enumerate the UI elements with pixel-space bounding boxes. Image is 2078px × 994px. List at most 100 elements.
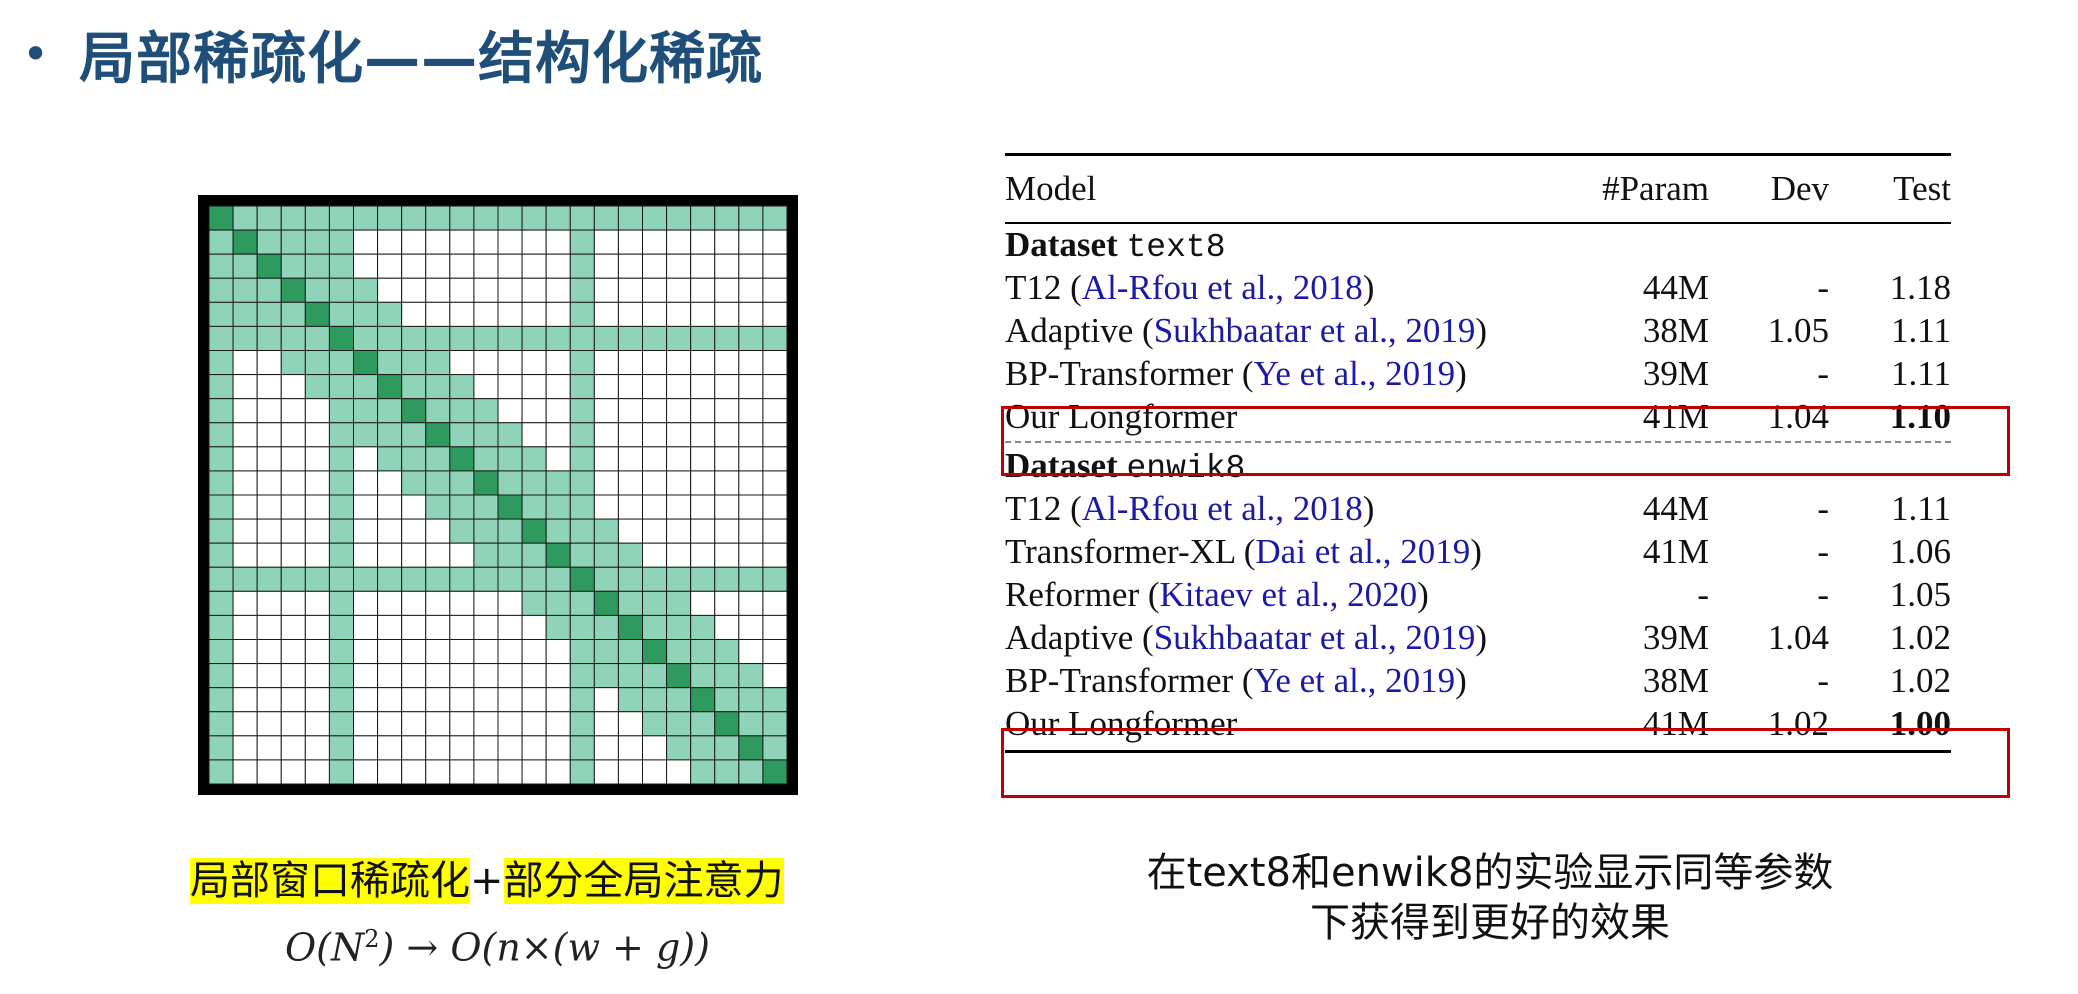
matrix-cell <box>377 205 403 231</box>
matrix-cell <box>401 350 427 376</box>
matrix-cell <box>497 325 523 352</box>
title-text: 局部稀疏化——结构化稀疏 <box>79 26 764 92</box>
citation-link[interactable]: Ye et al., 2019 <box>1254 354 1456 393</box>
matrix-cell <box>449 542 475 568</box>
matrix-cell <box>738 446 764 472</box>
matrix-cell <box>377 759 403 785</box>
matrix-cell <box>617 687 643 713</box>
matrix-cell <box>304 759 330 785</box>
matrix-cell <box>690 374 716 400</box>
matrix-cell <box>449 253 475 279</box>
section-label: Dataset <box>1005 224 1118 264</box>
matrix-cell <box>425 325 451 352</box>
citation-link[interactable]: Al-Rfou et al., 2018 <box>1082 489 1363 528</box>
matrix-cell <box>328 422 355 448</box>
formula-rhs: ) → O(n×(w + g)) <box>379 925 710 970</box>
matrix-cell <box>593 759 619 785</box>
matrix-cell <box>280 759 306 785</box>
model-name: BP-Transformer ( <box>1005 661 1254 700</box>
matrix-cell <box>666 350 692 376</box>
left-caption: 局部窗口稀疏化+部分全局注意力 <box>190 848 784 906</box>
matrix-cell <box>497 566 523 592</box>
citation-link[interactable]: Dai et al., 2019 <box>1255 532 1470 571</box>
citation-link[interactable]: Sukhbaatar et al., 2019 <box>1154 311 1476 350</box>
matrix-cell <box>545 735 571 761</box>
matrix-cell <box>690 566 716 592</box>
citation-link[interactable]: Al-Rfou et al., 2018 <box>1082 268 1363 307</box>
matrix-cell <box>593 205 619 231</box>
matrix-cell <box>208 735 234 761</box>
matrix-cell <box>569 711 595 737</box>
matrix-cell <box>497 205 523 231</box>
matrix-cell <box>256 590 282 616</box>
matrix-cell <box>762 639 788 665</box>
matrix-cell <box>449 398 475 424</box>
matrix-cell <box>425 229 451 255</box>
matrix-cell <box>738 422 764 448</box>
matrix-cell <box>304 470 330 496</box>
matrix-cell <box>569 422 595 448</box>
matrix-cell <box>642 518 668 544</box>
matrix-cell <box>328 301 355 327</box>
model-name: BP-Transformer ( <box>1005 354 1254 393</box>
matrix-cell <box>353 446 379 472</box>
header-model: Model <box>1005 169 1097 208</box>
matrix-cell <box>497 590 523 616</box>
matrix-cell <box>545 205 571 231</box>
citation-link[interactable]: Sukhbaatar et al., 2019 <box>1154 618 1476 657</box>
matrix-cell <box>377 590 403 616</box>
matrix-cell <box>232 639 258 665</box>
matrix-cell <box>473 542 499 568</box>
matrix-cell <box>738 711 764 737</box>
matrix-cell <box>762 566 788 592</box>
matrix-cell <box>569 518 595 544</box>
matrix-cell <box>377 614 403 640</box>
matrix-cell <box>714 542 740 568</box>
matrix-cell <box>569 542 595 568</box>
matrix-cell <box>401 566 427 592</box>
highlight-box-enwik8 <box>1001 728 2010 798</box>
matrix-cell <box>449 735 475 761</box>
matrix-cell <box>569 735 595 761</box>
matrix-cell <box>714 566 740 592</box>
matrix-cell <box>425 301 451 327</box>
diagonal-cell <box>762 759 788 785</box>
matrix-cell <box>328 205 355 231</box>
highlight-box-text8 <box>1001 406 2010 476</box>
matrix-cell <box>593 325 619 352</box>
matrix-cell <box>738 277 764 303</box>
matrix-cell <box>401 301 427 327</box>
matrix-cell <box>401 687 427 713</box>
matrix-cell <box>666 325 692 352</box>
table-row: Adaptive (Sukhbaatar et al., 2019) 38M 1.0… <box>1005 310 1951 353</box>
matrix-cell <box>449 325 475 352</box>
matrix-cell <box>521 735 547 761</box>
matrix-cell <box>714 350 740 376</box>
matrix-cell <box>208 422 234 448</box>
matrix-cell <box>401 422 427 448</box>
matrix-cell <box>497 663 523 689</box>
matrix-cell <box>593 422 619 448</box>
matrix-cell <box>545 422 571 448</box>
citation-link[interactable]: Kitaev et al., 2020 <box>1160 575 1418 614</box>
matrix-cell <box>353 374 379 400</box>
matrix-cell <box>473 759 499 785</box>
citation-link[interactable]: Ye et al., 2019 <box>1254 661 1456 700</box>
matrix-cell <box>738 639 764 665</box>
matrix-cell <box>449 301 475 327</box>
param-cell: 38M <box>1642 661 1709 700</box>
test-cell: 1.11 <box>1891 489 1951 528</box>
diagonal-cell <box>569 566 595 592</box>
matrix-cell <box>642 398 668 424</box>
matrix-cell <box>617 518 643 544</box>
matrix-cell <box>280 711 306 737</box>
matrix-cell <box>617 398 643 424</box>
matrix-cell <box>593 494 619 520</box>
model-cell: Adaptive (Sukhbaatar et al., 2019) <box>1005 618 1587 658</box>
matrix-cell <box>328 542 355 568</box>
matrix-cell <box>642 494 668 520</box>
caption-local-window: 局部窗口稀疏化 <box>190 858 470 904</box>
matrix-cell <box>304 374 330 400</box>
formula-exponent: 2 <box>364 925 380 953</box>
matrix-cell <box>666 711 692 737</box>
